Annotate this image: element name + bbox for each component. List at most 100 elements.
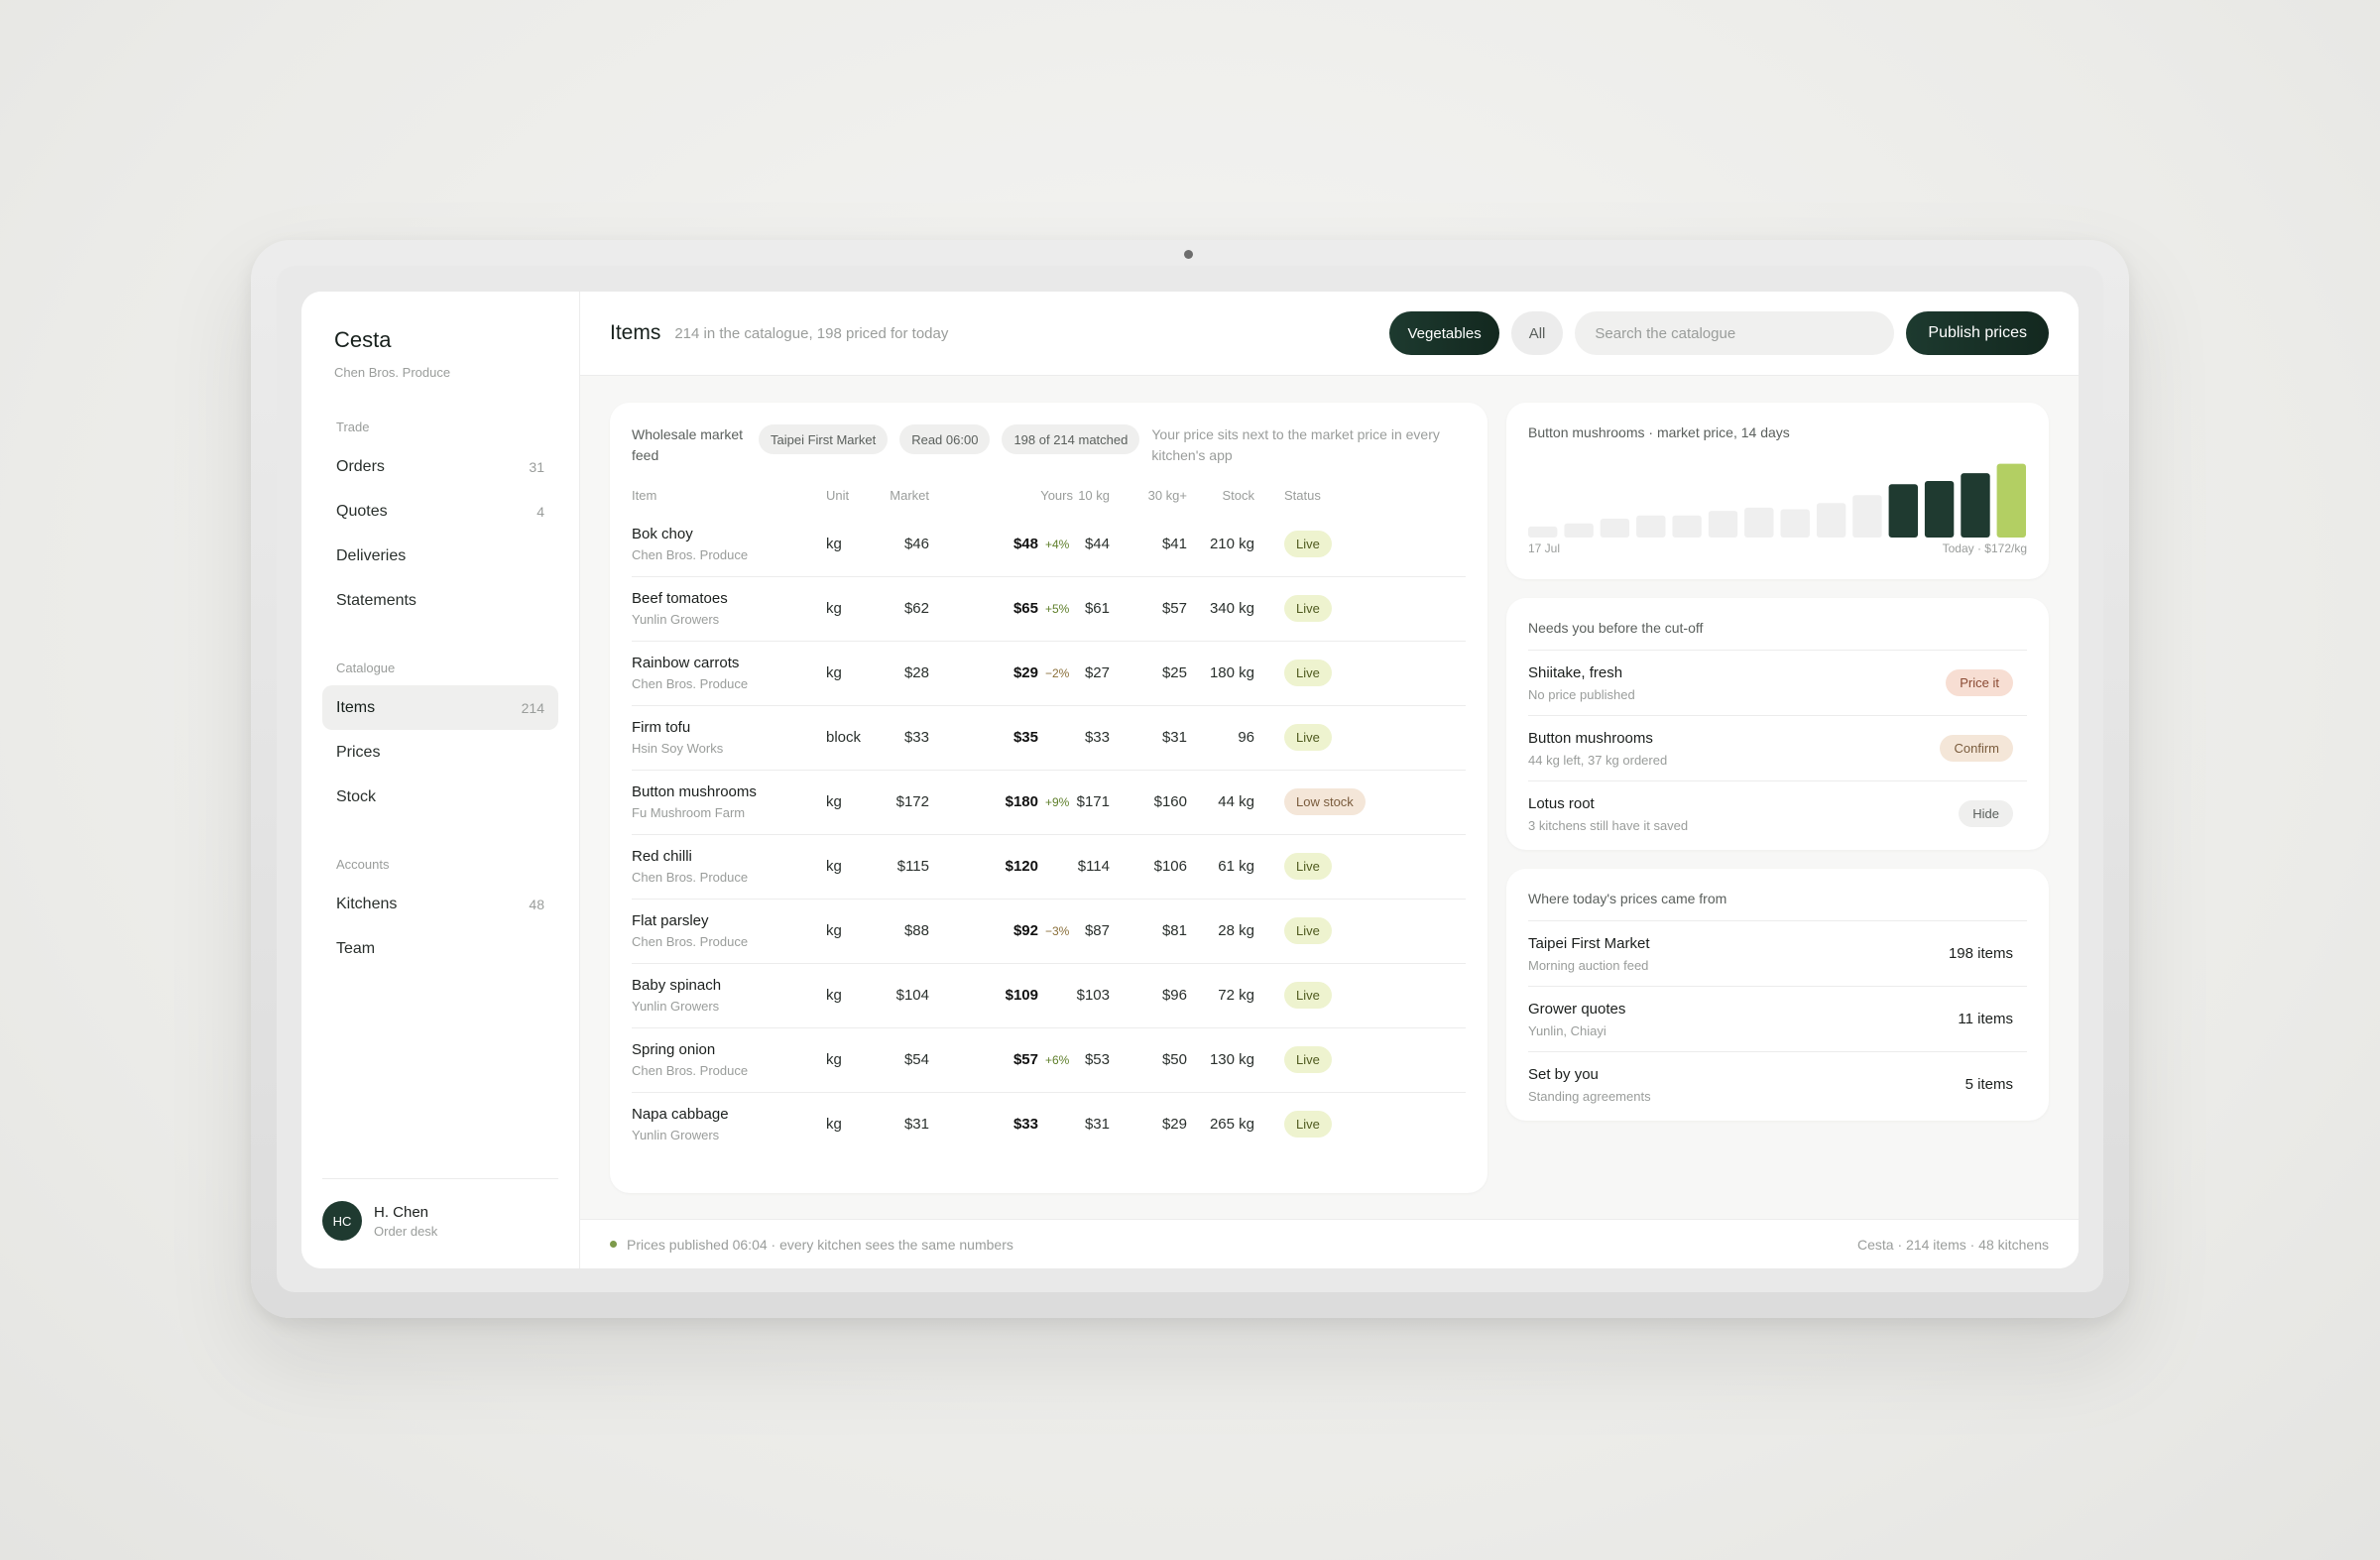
price-action-button[interactable]: Price it — [1946, 669, 2013, 696]
nav-group-label: Accounts — [336, 857, 390, 872]
table-row[interactable]: Rainbow carrots Chen Bros. Produce kg $28 $2… — [632, 641, 1466, 706]
sidebar-item-orders[interactable]: Orders 31 — [322, 444, 558, 489]
table-header-row: Item Unit Market Yours 10 kg 30 kg+ Stoc… — [632, 478, 1466, 512]
list-item[interactable]: Grower quotes Yunlin, Chiayi 11 items — [1528, 986, 2027, 1051]
filter-all-button[interactable]: All — [1510, 311, 1564, 355]
list-item-subtitle: 3 kitchens still have it saved — [1528, 817, 1689, 833]
feed-note: Your price sits next to the market price… — [1151, 426, 1440, 463]
cell-tier-10kg: $171 — [1073, 770, 1110, 835]
cell-tier-10kg: $44 — [1073, 512, 1110, 577]
table-row[interactable]: Napa cabbage Yunlin Growers kg $31 $33 $31 $29… — [632, 1092, 1466, 1156]
cell-your-price[interactable]: $33 — [929, 1092, 1073, 1156]
item-supplier: Fu Mushroom Farm — [632, 805, 746, 820]
table-row[interactable]: Baby spinach Yunlin Growers kg $104 $109 $103… — [632, 963, 1466, 1028]
feed-chip-market[interactable]: Taipei First Market — [759, 424, 889, 454]
column-header-30kg[interactable]: 30 kg+ — [1110, 478, 1187, 512]
list-item[interactable]: Set by you Standing agreements 5 items — [1528, 1051, 2027, 1117]
nav-group-label: Catalogue — [336, 660, 396, 675]
table-row[interactable]: Firm tofu Hsin Soy Works block $33 $35 $33 $31… — [632, 705, 1466, 771]
search-input[interactable] — [1575, 311, 1895, 355]
feed-label: Wholesale market feed — [632, 426, 744, 463]
sidebar-item-kitchens[interactable]: Kitchens 48 — [322, 882, 558, 926]
cell-item: Baby spinach Yunlin Growers — [632, 963, 826, 1028]
sidebar-item-prices[interactable]: Prices — [322, 730, 558, 775]
sidebar-item-label: Quotes — [336, 502, 388, 520]
sidebar-item-team[interactable]: Team — [322, 926, 558, 971]
cell-unit: kg — [826, 1116, 842, 1134]
feed-chip-read-time[interactable]: Read 06:00 — [899, 424, 991, 454]
cell-item: Bok choy Chen Bros. Produce — [632, 512, 826, 577]
cell-market-price: $104 — [882, 963, 929, 1028]
sidebar-item-stock[interactable]: Stock — [322, 775, 558, 819]
cell-item: Napa cabbage Yunlin Growers — [632, 1092, 826, 1156]
your-price-value: $35 — [1012, 729, 1038, 746]
market-price-bar — [1744, 507, 1774, 538]
cell-your-price[interactable]: $35 — [929, 705, 1073, 771]
column-header-status[interactable]: Status — [1254, 478, 1466, 512]
cell-stock: 61 kg — [1187, 834, 1254, 900]
cell-your-price[interactable]: $48 +4% — [929, 512, 1073, 577]
cell-market-price: $54 — [882, 1027, 929, 1093]
column-header-10kg[interactable]: 10 kg — [1073, 478, 1110, 512]
user-profile[interactable]: HC H. Chen Order desk — [322, 1178, 558, 1241]
column-header-unit[interactable]: Unit — [826, 478, 882, 512]
filter-vegetables-button[interactable]: Vegetables — [1389, 311, 1499, 355]
sidebar-item-deliveries[interactable]: Deliveries — [322, 534, 558, 578]
sidebar-item-label: Stock — [336, 787, 377, 805]
column-header-yours[interactable]: Yours — [929, 478, 1073, 512]
market-price-bar — [1528, 526, 1558, 538]
sidebar-item-quotes[interactable]: Quotes 4 — [322, 489, 558, 534]
market-price-bar — [1564, 523, 1594, 538]
cell-market-price: $88 — [882, 899, 929, 964]
cell-your-price[interactable]: $109 — [929, 963, 1073, 1028]
market-price-bar — [1600, 519, 1630, 538]
status-badge: Live — [1284, 595, 1332, 622]
cutoff-list: Shiitake, fresh No price published Price i… — [1528, 650, 2027, 846]
status-badge: Live — [1284, 660, 1332, 686]
cell-your-price[interactable]: $57 +6% — [929, 1027, 1073, 1093]
cell-tier-10kg: $114 — [1073, 834, 1110, 900]
confirm-action-button[interactable]: Confirm — [1940, 735, 2013, 762]
market-price-bar — [1888, 484, 1918, 538]
sidebar-item-statements[interactable]: Statements — [322, 578, 558, 623]
toolbar: Vegetables All Publish prices — [1389, 311, 2049, 355]
feed-chip-matched[interactable]: 198 of 214 matched — [1002, 424, 1140, 454]
item-supplier: Yunlin Growers — [632, 1128, 720, 1143]
table-row[interactable]: Spring onion Chen Bros. Produce kg $54 $57 +6… — [632, 1027, 1466, 1093]
cell-item: Firm tofu Hsin Soy Works — [632, 705, 826, 771]
list-item[interactable]: Taipei First Market Morning auction feed 1… — [1528, 920, 2027, 986]
price-delta: +4% — [1045, 537, 1070, 551]
chart-axis-labels: 17 Jul Today · $172/kg — [1528, 541, 2027, 555]
column-header-stock[interactable]: Stock — [1187, 478, 1254, 512]
source-item-count: 5 items — [1964, 1076, 2013, 1093]
cell-market-price: $28 — [882, 641, 929, 706]
cutoff-title: Needs you before the cut-off — [1528, 620, 1704, 636]
list-item-title: Button mushrooms — [1528, 729, 1653, 747]
cell-your-price[interactable]: $92 −3% — [929, 899, 1073, 964]
cell-your-price[interactable]: $65 +5% — [929, 576, 1073, 642]
column-header-market[interactable]: Market — [882, 478, 929, 512]
publish-prices-button[interactable]: Publish prices — [1906, 311, 2049, 355]
source-title: Grower quotes — [1528, 1000, 1626, 1018]
cell-your-price[interactable]: $29 −2% — [929, 641, 1073, 706]
table-row[interactable]: Flat parsley Chen Bros. Produce kg $88 $92 −3… — [632, 899, 1466, 964]
hide-action-button[interactable]: Hide — [1959, 800, 2013, 827]
table-row[interactable]: Beef tomatoes Yunlin Growers kg $62 $65 +5% $6… — [632, 576, 1466, 642]
table-row[interactable]: Bok choy Chen Bros. Produce kg $46 $48 +4% $44… — [632, 512, 1466, 577]
item-name: Firm tofu — [632, 719, 691, 736]
source-subtitle: Yunlin, Chiayi — [1528, 1022, 1606, 1038]
cell-your-price[interactable]: $120 — [929, 834, 1073, 900]
item-supplier: Chen Bros. Produce — [632, 1063, 749, 1078]
table-row[interactable]: Red chilli Chen Bros. Produce kg $115 $120 $1… — [632, 834, 1466, 900]
right-column: Button mushrooms · market price, 14 days… — [1506, 403, 2049, 1268]
content: Wholesale market feed Taipei First Marke… — [580, 376, 2079, 1268]
table-row[interactable]: Button mushrooms Fu Mushroom Farm kg $172 $1… — [632, 770, 1466, 835]
sources-title: Where today's prices came from — [1528, 891, 1727, 906]
sidebar-item-items[interactable]: Items 214 — [322, 685, 558, 730]
cell-unit: block — [826, 705, 882, 771]
published-status-dot-icon — [610, 1241, 617, 1248]
cell-status: Live — [1254, 641, 1466, 706]
market-price-bar — [1708, 511, 1738, 538]
column-header-item[interactable]: Item — [632, 478, 826, 512]
cell-your-price[interactable]: $180 +9% — [929, 770, 1073, 835]
